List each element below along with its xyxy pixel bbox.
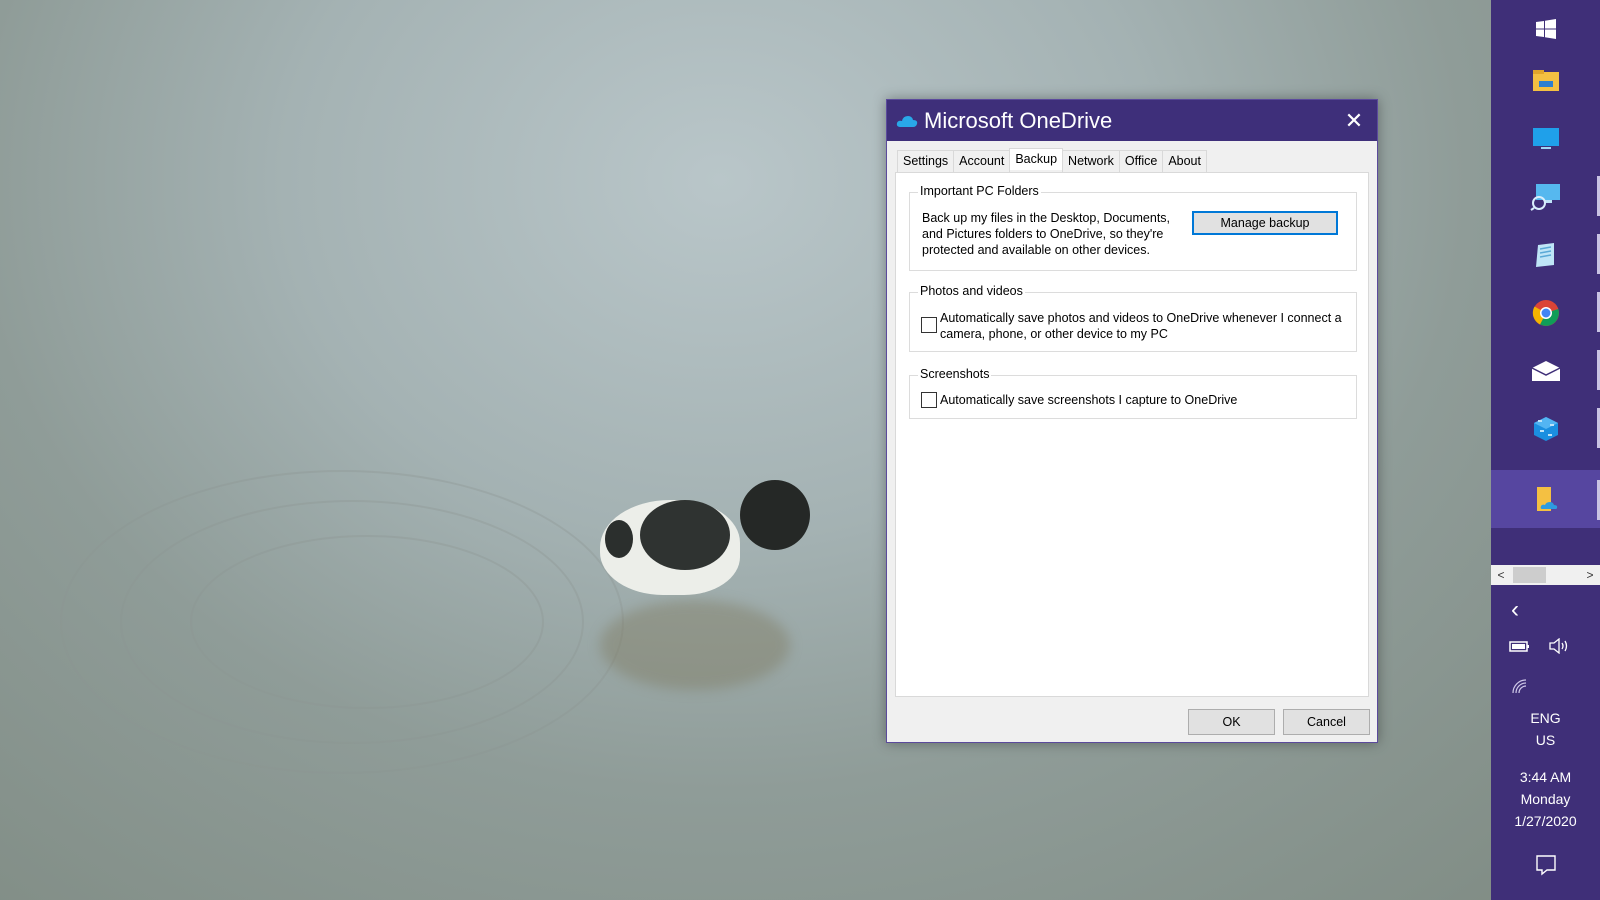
- battery-icon[interactable]: [1509, 639, 1531, 658]
- scroll-left-arrow[interactable]: <: [1491, 568, 1511, 582]
- clock-time: 3:44 AM: [1519, 769, 1572, 785]
- taskbar: < > ‹ ENG US 3:44 AM Monday 1/27/2020: [1491, 0, 1600, 900]
- notification-icon: [1536, 855, 1556, 876]
- backup-tab-panel: Important PC Folders Back up my files in…: [895, 172, 1369, 697]
- important-pc-folders-group: Important PC Folders Back up my files in…: [909, 184, 1357, 271]
- taskbar-chrome[interactable]: [1491, 284, 1600, 342]
- onedrive-cloud-icon: [896, 115, 918, 127]
- tab-account[interactable]: Account: [953, 150, 1011, 172]
- clock-day: Monday: [1520, 791, 1571, 807]
- tab-office[interactable]: Office: [1118, 150, 1164, 172]
- chrome-icon: [1532, 300, 1559, 326]
- scroll-right-arrow[interactable]: >: [1580, 568, 1600, 582]
- blue-cube-app-icon: [1533, 417, 1558, 441]
- clock-date: 1/27/2020: [1514, 813, 1577, 829]
- screenshots-group: Screenshots Automatically save screensho…: [909, 367, 1357, 419]
- windows-start-icon: [1535, 19, 1556, 39]
- taskbar-desktop-app[interactable]: [1491, 110, 1600, 168]
- important-pc-folders-description: Back up my files in the Desktop, Documen…: [922, 211, 1171, 257]
- taskbar-remote-desktop[interactable]: [1491, 168, 1600, 226]
- screenshots-checkbox[interactable]: [921, 392, 937, 408]
- taskbar-onedrive[interactable]: [1491, 470, 1600, 528]
- input-language[interactable]: ENG US: [1491, 707, 1600, 751]
- taskbar-notepad-app[interactable]: [1491, 226, 1600, 284]
- dialog-titlebar[interactable]: Microsoft OneDrive ✕: [887, 100, 1377, 141]
- photos-videos-title: Photos and videos: [918, 284, 1025, 298]
- taskbar-mail[interactable]: [1491, 342, 1600, 400]
- close-button[interactable]: ✕: [1331, 100, 1377, 141]
- tab-network[interactable]: Network: [1062, 150, 1120, 172]
- ok-button[interactable]: OK: [1188, 709, 1275, 735]
- photos-videos-checkbox[interactable]: [921, 317, 937, 333]
- clock[interactable]: 3:44 AM Monday 1/27/2020: [1491, 766, 1600, 832]
- start-button[interactable]: [1491, 0, 1600, 58]
- chevron-left-icon: ‹: [1511, 596, 1519, 623]
- region-code: US: [1535, 732, 1556, 748]
- mail-icon: [1531, 361, 1560, 381]
- language-code: ENG: [1530, 710, 1561, 726]
- remote-desktop-search-icon: [1529, 184, 1560, 211]
- scroll-thumb[interactable]: [1513, 567, 1546, 583]
- dialog-title: Microsoft OneDrive: [924, 107, 1113, 133]
- wifi-icon[interactable]: [1511, 678, 1529, 699]
- volume-icon[interactable]: [1549, 637, 1571, 659]
- taskbar-scrollbar[interactable]: < >: [1491, 565, 1600, 585]
- screenshots-title: Screenshots: [918, 367, 992, 381]
- tab-backup[interactable]: Backup: [1009, 148, 1064, 170]
- tab-strip: Settings Account Backup Network Office A…: [897, 148, 1207, 172]
- onedrive-folder-icon: [1536, 487, 1557, 511]
- desktop-monitor-icon: [1532, 128, 1559, 149]
- file-explorer-icon: [1532, 70, 1559, 91]
- photos-videos-checkbox-label[interactable]: Automatically save photos and videos to …: [940, 310, 1350, 342]
- cancel-button[interactable]: Cancel: [1283, 709, 1370, 735]
- manage-backup-button[interactable]: Manage backup: [1192, 211, 1338, 235]
- photos-videos-group: Photos and videos Automatically save pho…: [909, 284, 1357, 352]
- close-icon: ✕: [1344, 107, 1364, 133]
- taskbar-cube-app[interactable]: [1491, 400, 1600, 458]
- action-center-button[interactable]: [1535, 854, 1557, 881]
- screenshots-checkbox-label[interactable]: Automatically save screenshots I capture…: [940, 392, 1340, 408]
- onedrive-settings-dialog: Microsoft OneDrive ✕ Settings Account Ba…: [886, 99, 1378, 743]
- tab-about[interactable]: About: [1162, 150, 1207, 172]
- taskbar-file-explorer[interactable]: [1491, 52, 1600, 110]
- tab-settings[interactable]: Settings: [897, 150, 955, 172]
- important-pc-folders-title: Important PC Folders: [918, 184, 1041, 198]
- show-hidden-icons-button[interactable]: ‹: [1511, 596, 1519, 624]
- notepad-tablet-icon: [1535, 243, 1554, 267]
